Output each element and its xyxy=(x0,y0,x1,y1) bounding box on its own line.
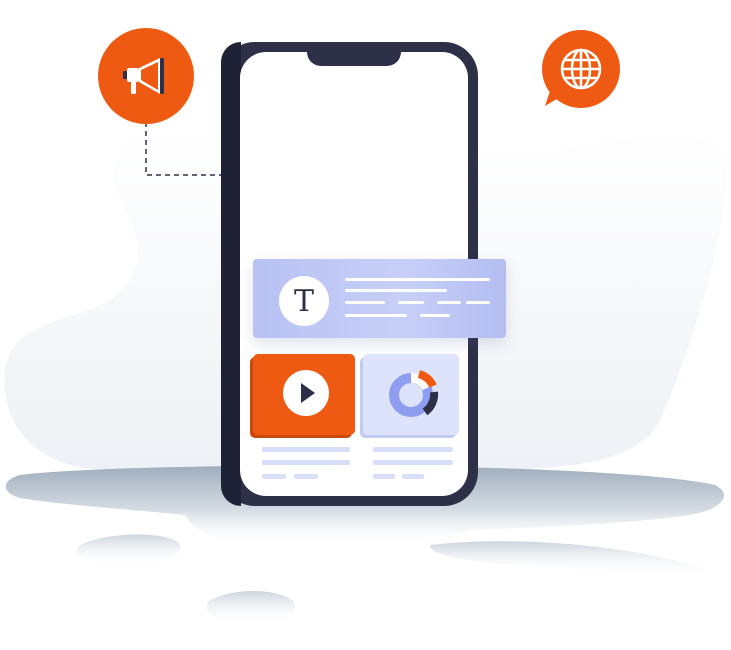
card-text-line xyxy=(345,314,407,317)
caption-line xyxy=(373,447,453,452)
floor-shadow-puddle-left xyxy=(76,534,181,567)
caption-line xyxy=(262,447,350,452)
card-text-line xyxy=(345,289,447,292)
card-text-line xyxy=(420,314,450,317)
phone-frame-side xyxy=(221,42,241,506)
megaphone-badge xyxy=(98,28,194,124)
floor-shadow-puddle-bottom xyxy=(206,590,296,626)
floor-shadow-tail-right xyxy=(430,541,725,577)
text-format-icon: T xyxy=(279,276,329,326)
globe-icon xyxy=(560,48,602,90)
caption-line xyxy=(262,460,350,465)
card-text-line xyxy=(437,301,461,304)
card-text-line xyxy=(466,301,490,304)
caption-line xyxy=(262,474,286,479)
donut-chart-icon xyxy=(389,370,439,417)
text-format-letter: T xyxy=(293,283,314,319)
phone-notch xyxy=(307,46,401,66)
globe-badge-tail xyxy=(545,88,565,106)
caption-line xyxy=(373,474,395,479)
card-text-line xyxy=(345,301,385,304)
card-text-line xyxy=(398,301,424,304)
megaphone-icon xyxy=(123,58,164,94)
caption-line xyxy=(402,474,424,479)
play-icon xyxy=(301,383,315,403)
caption-line xyxy=(373,460,453,465)
card-text-line xyxy=(345,278,490,281)
caption-line xyxy=(294,474,318,479)
